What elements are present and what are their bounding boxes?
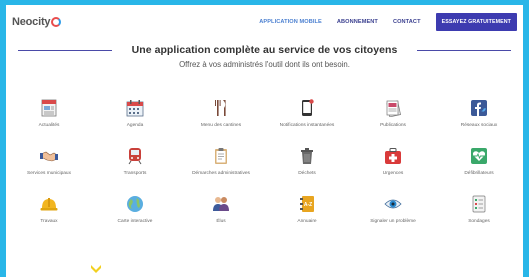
- heading-divider-right: [417, 50, 511, 52]
- nav-link-contact[interactable]: CONTACT: [393, 19, 421, 25]
- cutlery-icon: [215, 100, 226, 116]
- heading-divider-left: [18, 50, 112, 52]
- feature-label: Signaler un problème: [370, 219, 416, 224]
- feature-label: Défibrillateurs: [464, 171, 494, 176]
- page-frame: Neocity APPLICATION MOBILE ABONNEMENT CO…: [6, 5, 523, 277]
- feature-signaler-probleme[interactable]: Signaler un problème: [350, 195, 436, 225]
- try-free-button[interactable]: ESSAYEZ GRATUITEMENT: [435, 13, 517, 31]
- feature-actualites[interactable]: Actualités: [6, 99, 92, 129]
- feature-carte-interactive[interactable]: Carte interactive: [92, 195, 178, 225]
- svg-text:A-Z: A-Z: [304, 202, 312, 208]
- feature-label: Sondages: [468, 219, 490, 224]
- feature-label: Services municipaux: [27, 171, 71, 176]
- feature-label: Démarches administratives: [192, 171, 250, 176]
- feature-label: Élus: [216, 219, 226, 224]
- feature-label: Publications: [380, 123, 406, 128]
- feature-annuaire[interactable]: A-Z Annuaire: [264, 195, 350, 225]
- feature-label: Actualités: [38, 123, 60, 128]
- train-icon: [128, 148, 142, 165]
- eye-icon: [384, 199, 402, 209]
- trash-icon: [301, 148, 313, 164]
- feature-label: Menu des cantines: [200, 123, 242, 128]
- clipboard-icon: [215, 148, 227, 164]
- feature-elus[interactable]: Élus: [178, 195, 264, 225]
- feature-demarches[interactable]: Démarches administratives: [178, 147, 264, 177]
- facebook-twitter-icon: [471, 100, 487, 116]
- first-aid-icon: [385, 148, 401, 164]
- feature-transports[interactable]: Transports: [92, 147, 178, 177]
- feature-defibrillateurs[interactable]: Défibrillateurs: [436, 147, 522, 177]
- feature-dechets[interactable]: Déchets: [264, 147, 350, 177]
- feature-menu-cantines[interactable]: Menu des cantines: [178, 99, 264, 129]
- feature-publications[interactable]: Publications: [350, 99, 436, 129]
- hard-hat-icon: [40, 198, 58, 211]
- publications-icon: [386, 100, 401, 117]
- feature-label: Notifications instantanées: [279, 123, 335, 128]
- section-title: Une application complète au service de v…: [123, 44, 406, 56]
- phone-notification-icon: [302, 99, 314, 116]
- section-subtitle: Offrez à vos administrés l'outil dont il…: [179, 60, 350, 69]
- feature-reseaux-sociaux[interactable]: Réseaux sociaux: [436, 99, 522, 129]
- newspaper-icon: [41, 99, 57, 117]
- feature-services-municipaux[interactable]: Services municipaux: [6, 147, 92, 177]
- feature-label: Carte interactive: [117, 219, 153, 224]
- feature-label: Agenda: [126, 123, 144, 128]
- logo-text: Neocity: [12, 16, 51, 28]
- nav-links: APPLICATION MOBILE ABONNEMENT CONTACT ES…: [259, 13, 517, 31]
- feature-label: Annuaire: [297, 219, 317, 224]
- feature-label: Réseaux sociaux: [460, 123, 498, 128]
- top-navigation: Neocity APPLICATION MOBILE ABONNEMENT CO…: [6, 5, 523, 39]
- feature-urgences[interactable]: Urgences: [350, 147, 436, 177]
- feature-sondages[interactable]: Sondages: [436, 195, 522, 225]
- people-icon: [213, 197, 229, 211]
- globe-map-icon: [127, 196, 143, 212]
- feature-label: Urgences: [382, 171, 404, 176]
- feature-agenda[interactable]: Agenda: [92, 99, 178, 129]
- feature-label: Déchets: [298, 171, 316, 176]
- calendar-icon: [126, 100, 144, 117]
- pointer-cursor-icon: [91, 265, 101, 273]
- handshake-icon: [40, 151, 58, 162]
- logo[interactable]: Neocity: [12, 16, 62, 28]
- checklist-icon: [472, 195, 486, 213]
- feature-label: Transports: [123, 171, 147, 176]
- logo-ring-icon: [51, 17, 62, 27]
- feature-travaux[interactable]: Travaux: [6, 195, 92, 225]
- address-book-icon: A-Z: [300, 196, 314, 212]
- section-heading: Une application complète au service de v…: [6, 42, 523, 58]
- nav-link-application-mobile[interactable]: APPLICATION MOBILE: [259, 19, 322, 25]
- feature-label: Travaux: [40, 219, 58, 224]
- nav-link-abonnement[interactable]: ABONNEMENT: [337, 19, 378, 25]
- heart-monitor-icon: [471, 148, 487, 164]
- feature-notifications[interactable]: Notifications instantanées: [264, 99, 350, 129]
